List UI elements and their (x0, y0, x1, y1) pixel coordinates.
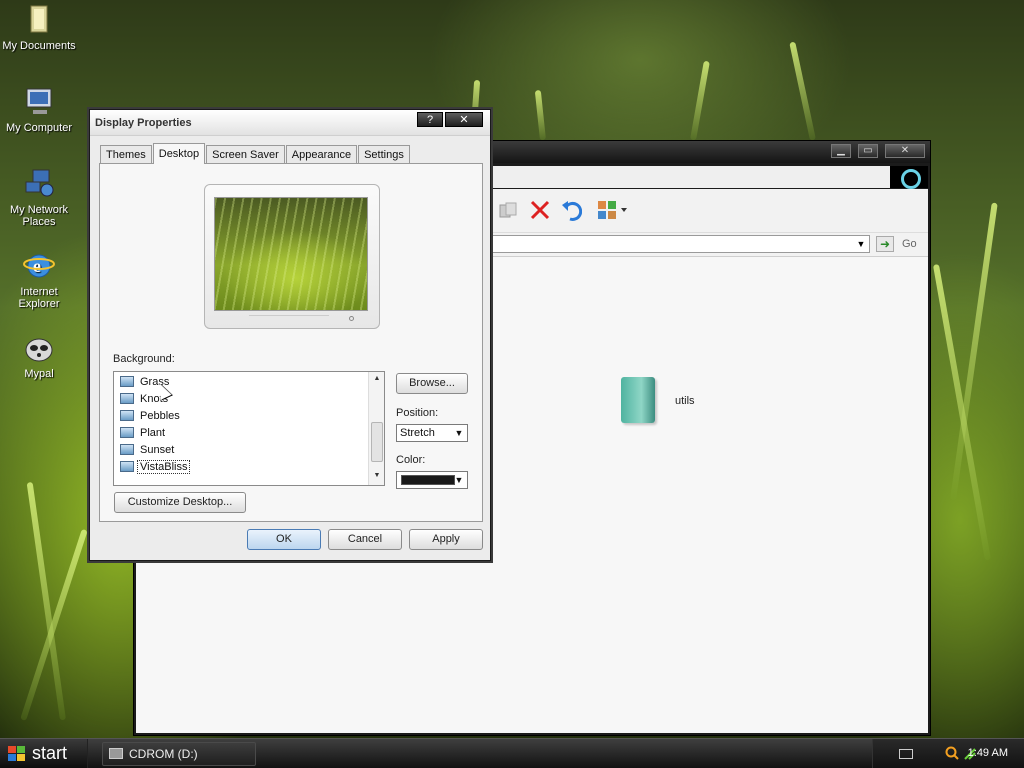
desktop-icon-internet-explorer[interactable]: e Internet Explorer (0, 250, 78, 310)
brand-logo-icon (890, 166, 928, 189)
maximize-button[interactable]: ▭ (858, 144, 878, 158)
move-to-icon[interactable] (498, 201, 518, 219)
image-icon (120, 410, 134, 421)
background-listbox[interactable]: Grass Knots Pebbles Plant Sunset VistaBl… (113, 371, 385, 486)
background-label: Background: (113, 353, 175, 365)
dialog-titlebar[interactable]: Display Properties ? ✕ (90, 110, 490, 136)
apply-button[interactable]: Apply (409, 529, 483, 550)
scroll-thumb[interactable] (371, 422, 383, 462)
desktop-icon-label: My Computer (5, 122, 73, 134)
folder-icon (621, 377, 655, 423)
image-icon (120, 427, 134, 438)
scroll-down-icon[interactable]: ▼ (369, 469, 385, 483)
chevron-down-icon: ▼ (454, 428, 464, 438)
desktop-tab-panel: Background: Grass Knots Pebbles Plant Su… (99, 163, 483, 522)
address-dropdown-icon[interactable]: ▼ (854, 236, 868, 252)
power-indicator-icon (349, 316, 354, 321)
go-arrow-icon[interactable]: ➜ (876, 236, 894, 252)
tab-settings[interactable]: Settings (358, 145, 410, 164)
image-icon (120, 393, 134, 404)
position-label: Position: (396, 407, 439, 419)
monitor-preview (204, 184, 380, 329)
list-item[interactable]: Plant (120, 425, 167, 440)
scroll-up-icon[interactable]: ▲ (369, 372, 385, 386)
color-label: Color: (396, 454, 426, 466)
ok-button[interactable]: OK (247, 529, 321, 550)
desktop-icon-mypal[interactable]: Mypal (0, 332, 78, 380)
wallpaper-preview (214, 197, 368, 311)
browse-button[interactable]: Browse... (396, 373, 468, 394)
ie-icon: e (23, 250, 55, 282)
delete-icon[interactable] (529, 199, 551, 221)
start-button[interactable]: start (0, 739, 88, 768)
desktop-icon-label: Mypal (24, 368, 54, 380)
tab-themes[interactable]: Themes (100, 145, 152, 164)
listbox-scrollbar[interactable]: ▲ ▼ (368, 372, 384, 485)
search-icon[interactable] (945, 746, 959, 763)
folder-label: utils (675, 395, 695, 407)
desktop-icon-label: My Network Places (9, 204, 69, 228)
dialog-title: Display Properties (95, 117, 192, 129)
desktop-icon-my-network-places[interactable]: My Network Places (0, 168, 78, 228)
views-icon[interactable] (596, 199, 630, 221)
image-icon (120, 461, 134, 472)
taskbar-button-cdrom[interactable]: CDROM (D:) (102, 742, 256, 766)
folder-item-utils[interactable]: utils (621, 377, 695, 423)
chevron-down-icon: ▼ (454, 475, 464, 485)
go-button-label[interactable]: Go (902, 238, 917, 250)
cancel-button[interactable]: Cancel (328, 529, 402, 550)
image-icon (120, 376, 134, 387)
list-item-selected[interactable]: VistaBliss (120, 459, 191, 474)
desktop-icon-my-computer[interactable]: My Computer (0, 86, 78, 134)
minimize-button[interactable]: ▁ (831, 144, 851, 158)
image-icon (120, 444, 134, 455)
tab-desktop[interactable]: Desktop (152, 143, 206, 164)
color-picker[interactable]: ▼ (396, 471, 468, 489)
start-label: start (32, 743, 68, 763)
desktop-icon-label: Internet Explorer (18, 286, 60, 310)
windows-flag-icon (8, 746, 25, 761)
position-select[interactable]: Stretch ▼ (396, 424, 468, 442)
taskbar-button-label: CDROM (D:) (129, 747, 198, 761)
desktop-icon-my-documents[interactable]: My Documents (0, 4, 78, 52)
position-value: Stretch (400, 427, 435, 439)
system-tray: 1:49 AM (872, 739, 1024, 768)
color-swatch (401, 475, 455, 485)
computer-icon (23, 86, 55, 118)
clock[interactable]: 1:49 AM (968, 747, 1008, 759)
customize-desktop-button[interactable]: Customize Desktop... (114, 492, 246, 513)
network-icon (23, 168, 55, 200)
drive-icon (109, 748, 123, 759)
tab-screen-saver[interactable]: Screen Saver (206, 145, 285, 164)
undo-icon[interactable] (560, 199, 583, 221)
help-button[interactable]: ? (417, 112, 443, 127)
raccoon-icon (23, 332, 55, 364)
list-item[interactable]: Sunset (120, 442, 176, 457)
taskbar: start CDROM (D:) 1:49 AM (0, 738, 1024, 768)
display-properties-dialog[interactable]: Display Properties ? ✕ Themes Desktop Sc… (89, 109, 491, 561)
list-item[interactable]: Pebbles (120, 408, 182, 423)
close-button[interactable]: ✕ (445, 112, 483, 127)
keyboard-icon[interactable] (899, 749, 913, 759)
tab-appearance[interactable]: Appearance (285, 145, 358, 164)
desktop-icon-label: My Documents (2, 40, 76, 52)
documents-icon (23, 4, 55, 36)
close-button[interactable]: ✕ (885, 144, 925, 158)
tab-strip: Themes Desktop Screen Saver Appearance S… (100, 143, 411, 164)
